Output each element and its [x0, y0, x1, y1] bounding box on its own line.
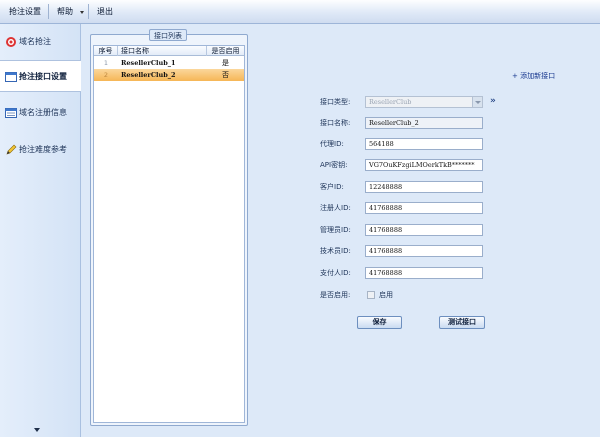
row-enabled: 否 [222, 71, 229, 79]
group-title: 接口列表 [149, 29, 187, 41]
pencil-icon [6, 144, 17, 155]
interface-list-group: 接口列表 序号 接口名称 是否启用 1 ResellerClub_1 是 2 R… [90, 29, 248, 426]
sidebar: 域名抢注 抢注接口设置 域名注册信息 抢注难度参考 [0, 24, 81, 437]
interface-type-label: 接口类型: [320, 98, 351, 106]
chevron-down-icon[interactable] [34, 428, 40, 432]
interface-name-label: 接口名称: [320, 119, 351, 127]
api-key-field[interactable]: VG7OuKFzgiLMOerkTkB******* [365, 159, 483, 171]
sidebar-item-registration-info[interactable]: 域名注册信息 [0, 97, 80, 129]
interface-type-select[interactable]: ResellerClub [365, 96, 483, 108]
billing-id-label: 支付人ID: [320, 269, 351, 277]
tech-id-label: 技术员ID: [320, 247, 351, 255]
proxy-id-label: 代理ID: [320, 140, 344, 148]
chevron-down-icon[interactable] [472, 97, 482, 107]
sidebar-item-label: 域名注册信息 [19, 108, 67, 117]
enabled-checkbox[interactable] [367, 291, 375, 299]
admin-id-field[interactable]: 41768888 [365, 224, 483, 236]
save-button[interactable]: 保存 [357, 316, 402, 329]
sidebar-item-label: 抢注接口设置 [19, 72, 67, 81]
row-index: 1 [103, 59, 109, 67]
column-header-enabled[interactable]: 是否启用 [207, 46, 244, 56]
proxy-id-field[interactable]: 564188 [365, 138, 483, 150]
interface-type-value: ResellerClub [369, 98, 412, 106]
form-icon [5, 108, 17, 118]
billing-id-field[interactable]: 41768888 [365, 267, 483, 279]
row-name: ResellerClub_2 [121, 71, 176, 79]
row-name: ResellerClub_1 [121, 59, 176, 67]
interface-name-field[interactable]: ResellerClub_2 [365, 117, 483, 129]
double-chevron-right-icon[interactable]: » [490, 95, 496, 107]
client-id-field[interactable]: 12248888 [365, 181, 483, 193]
tech-id-field[interactable]: 41768888 [365, 245, 483, 257]
add-interface-link[interactable]: + 添加新接口 [512, 70, 555, 82]
row-index: 2 [103, 71, 109, 79]
main-panel: 接口列表 序号 接口名称 是否启用 1 ResellerClub_1 是 2 R… [81, 24, 600, 437]
table-header: 序号 接口名称 是否启用 [94, 46, 244, 56]
table-row[interactable]: 1 ResellerClub_1 是 [94, 57, 244, 69]
interface-table: 序号 接口名称 是否启用 1 ResellerClub_1 是 2 Resell… [93, 45, 245, 423]
menu-help[interactable]: 帮助 [57, 0, 73, 23]
menu-settings[interactable]: 抢注设置 [9, 0, 41, 23]
window-icon [5, 72, 17, 82]
column-header-name[interactable]: 接口名称 [118, 46, 207, 56]
row-enabled: 是 [222, 59, 229, 67]
sidebar-item-domain-snap[interactable]: 域名抢注 [0, 26, 80, 58]
menu-separator [48, 4, 49, 19]
target-icon [6, 37, 16, 47]
client-id-label: 客户ID: [320, 183, 344, 191]
chevron-down-icon[interactable] [80, 11, 84, 14]
api-key-label: API密钥: [320, 161, 348, 169]
table-row-selected[interactable]: 2 ResellerClub_2 否 [94, 69, 244, 81]
sidebar-item-label: 抢注难度参考 [19, 145, 67, 154]
sidebar-item-label: 域名抢注 [19, 37, 51, 46]
registrant-id-label: 注册人ID: [320, 204, 351, 212]
sidebar-item-interface-settings[interactable]: 抢注接口设置 [0, 60, 81, 92]
menu-exit[interactable]: 退出 [97, 0, 113, 23]
enabled-label: 是否启用: [320, 291, 351, 299]
enabled-checkbox-label[interactable]: 启用 [379, 289, 393, 301]
sidebar-item-difficulty[interactable]: 抢注难度参考 [0, 134, 80, 166]
admin-id-label: 管理员ID: [320, 226, 351, 234]
menu-separator [88, 4, 89, 19]
menubar: 抢注设置 帮助 退出 [0, 0, 600, 24]
column-header-index[interactable]: 序号 [94, 46, 118, 56]
test-interface-button[interactable]: 测试接口 [439, 316, 485, 329]
registrant-id-field[interactable]: 41768888 [365, 202, 483, 214]
